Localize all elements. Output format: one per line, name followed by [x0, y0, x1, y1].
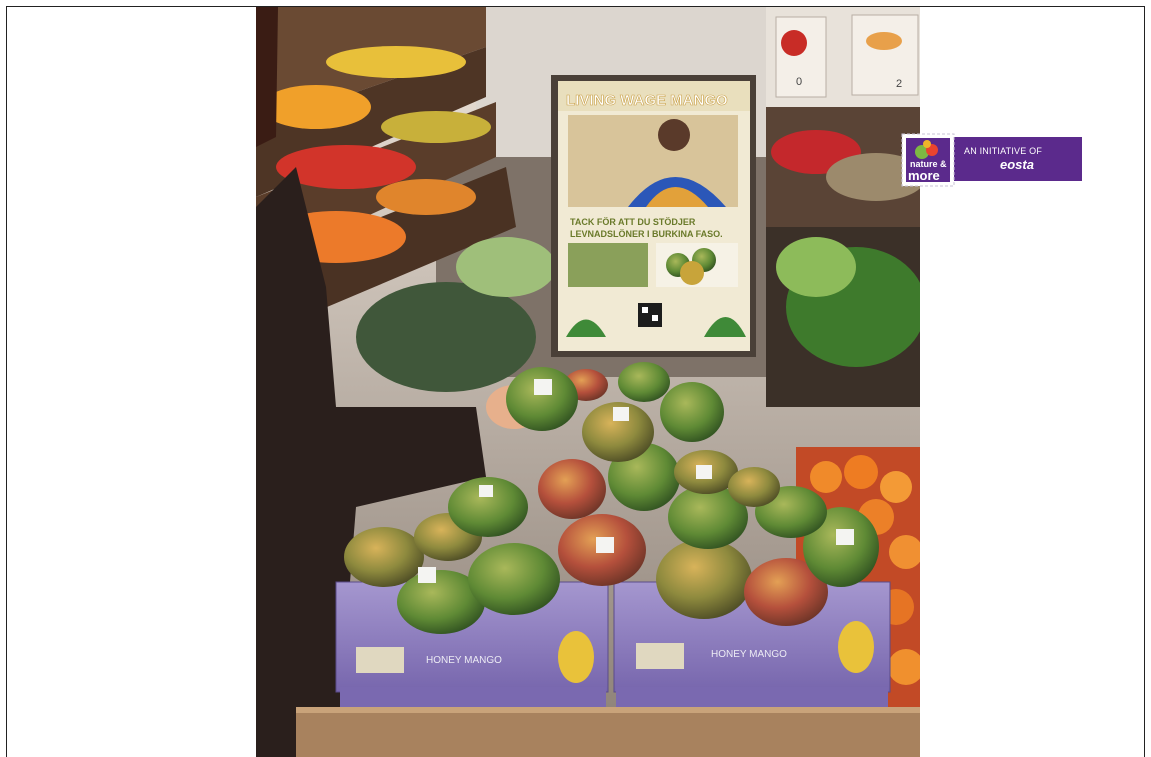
photo-scene: 0 2 LIVING WAGE MANGO TACK FÖR ATT DU ST…: [256, 7, 920, 757]
box-label-left: HONEY MANGO: [426, 655, 502, 666]
box-label-right: HONEY MANGO: [711, 649, 787, 660]
stamp-line-2: more: [908, 168, 940, 183]
lettuce-display: [356, 282, 536, 392]
price-tag-left: 0: [796, 76, 802, 88]
mango-display-photo: 0 2 LIVING WAGE MANGO TACK FÖR ATT DU ST…: [256, 7, 920, 757]
held-mango: [506, 367, 578, 431]
wooden-crate: [296, 707, 920, 757]
poster-line-2: LEVNADSLÖNER I BURKINA FASO.: [570, 229, 723, 239]
nature-and-more-logo: nature & more: [900, 132, 956, 188]
poster-line-1: TACK FÖR ATT DU STÖDJER: [570, 217, 696, 227]
poster-title: LIVING WAGE MANGO: [566, 92, 728, 109]
initiative-text: AN INITIATIVE OF: [964, 146, 1043, 156]
right-produce-shelves: 0 2: [766, 7, 920, 407]
eosta-brand: eosta: [1000, 157, 1034, 172]
living-wage-poster: LIVING WAGE MANGO TACK FÖR ATT DU STÖDJE…: [551, 75, 756, 357]
nature-and-more-badge: AN INITIATIVE OF eosta nature & more: [900, 132, 1082, 188]
qr-code: [638, 303, 662, 327]
price-tag-right: 2: [896, 78, 902, 90]
